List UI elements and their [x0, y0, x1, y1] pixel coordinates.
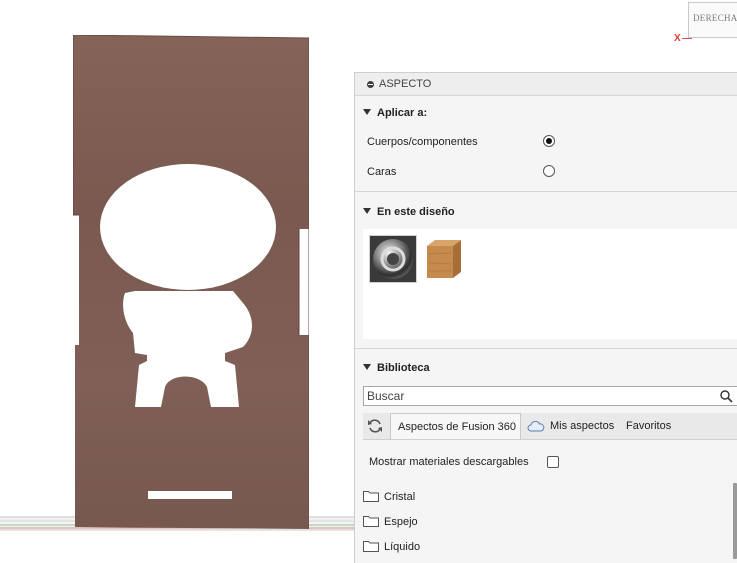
wood-material-icon[interactable]: [421, 236, 467, 282]
triangle-down-icon: [363, 208, 371, 214]
divider: [355, 191, 737, 192]
apply-to-title: Aplicar a:: [377, 107, 428, 119]
folder-icon: [363, 516, 379, 527]
cloud-icon: [527, 421, 545, 432]
library-folder-item[interactable]: Cristal: [363, 487, 723, 507]
in-design-section-header[interactable]: En este diseño: [363, 206, 455, 218]
tab-favorites[interactable]: Favoritos: [626, 413, 671, 439]
folder-icon: [363, 491, 379, 502]
folder-label: Líquido: [384, 541, 421, 553]
radio-bodies-components[interactable]: [543, 135, 555, 147]
library-scrollbar[interactable]: [733, 483, 737, 559]
library-folder-item[interactable]: Espejo: [363, 512, 723, 532]
view-cube-face[interactable]: DERECHA: [688, 2, 737, 38]
apply-to-section-header[interactable]: Aplicar a:: [363, 107, 427, 119]
triangle-down-icon: [363, 364, 371, 370]
x-axis-label: X: [674, 33, 681, 44]
folder-label: Cristal: [384, 491, 416, 503]
wooden-board-model[interactable]: [73, 35, 309, 529]
appearance-panel: ASPECTO Aplicar a: Cuerpos/componentes C…: [354, 72, 737, 563]
library-title: Biblioteca: [377, 362, 430, 374]
option-bodies-components-label: Cuerpos/componentes: [367, 136, 478, 148]
refresh-icon[interactable]: [366, 417, 384, 435]
search-icon[interactable]: [719, 389, 733, 403]
in-design-materials-area: [363, 229, 737, 339]
tab-my-appearances[interactable]: Mis aspectos: [550, 413, 614, 439]
library-section-header[interactable]: Biblioteca: [363, 362, 430, 374]
panel-header[interactable]: ASPECTO: [355, 73, 737, 96]
show-downloadable-checkbox[interactable]: [547, 456, 559, 468]
x-axis-line: [682, 38, 692, 39]
divider: [355, 348, 737, 349]
option-faces-label: Caras: [367, 166, 397, 178]
show-downloadable-label: Mostrar materiales descargables: [369, 456, 529, 468]
library-tabs: Aspectos de Fusion 360 Mis aspectos Favo…: [363, 413, 737, 440]
library-folder-item[interactable]: Líquido: [363, 537, 723, 557]
panel-title: ASPECTO: [379, 78, 432, 90]
radio-faces[interactable]: [543, 165, 555, 177]
folder-icon: [363, 541, 379, 552]
tab-fusion-360-appearances[interactable]: Aspectos de Fusion 360: [390, 413, 521, 439]
triangle-down-icon: [363, 109, 371, 115]
library-search-input[interactable]: [367, 389, 707, 403]
folder-label: Espejo: [384, 516, 418, 528]
in-design-title: En este diseño: [377, 206, 455, 218]
chrome-material-icon[interactable]: [370, 236, 416, 282]
collapse-panel-icon[interactable]: [367, 81, 374, 88]
library-search-box[interactable]: [363, 386, 737, 406]
